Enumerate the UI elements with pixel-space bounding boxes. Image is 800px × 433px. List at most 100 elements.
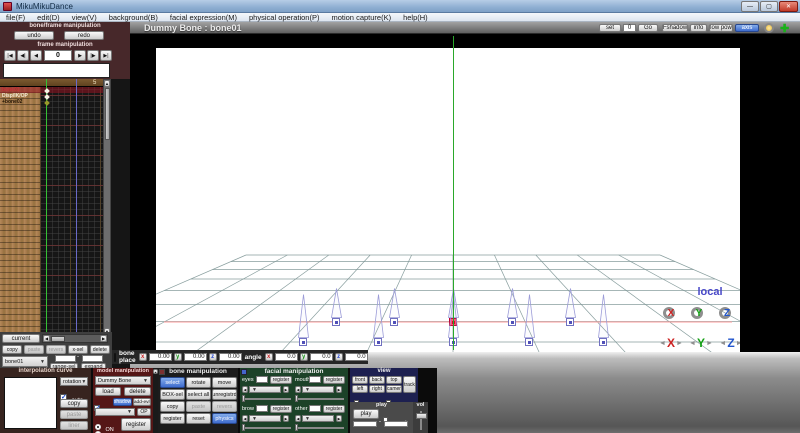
menu-item-5[interactable]: physical operation(P) xyxy=(243,13,325,22)
register-bone-button[interactable]: register xyxy=(160,413,185,424)
local-move-x-icon[interactable]: ◄X► xyxy=(658,332,684,352)
move-bone-button[interactable]: move xyxy=(212,377,237,388)
bone-place-z-button[interactable]: z xyxy=(209,353,217,361)
current-button[interactable]: current xyxy=(2,334,40,343)
facial-select-other[interactable]: ▼ xyxy=(302,415,334,422)
xsel-frame-button[interactable]: x-sel xyxy=(68,345,88,354)
local-rotate-x-icon[interactable]: X xyxy=(660,304,682,326)
interpolation-mode-dropdown[interactable]: rotation▼ xyxy=(60,377,88,386)
bone-angle-x-field[interactable]: 0.0 xyxy=(275,353,298,361)
info-button[interactable]: info xyxy=(690,24,707,32)
render-screen[interactable]: local XYZ ◄X►◄Y►◄Z► xyxy=(156,48,740,352)
facial-prev-eyes[interactable]: ◀ xyxy=(242,386,248,393)
copy-frame-button[interactable]: copy xyxy=(2,345,22,354)
view-back-button[interactable]: back xyxy=(369,376,385,384)
facial-slider-eyes[interactable] xyxy=(243,398,291,400)
track-button[interactable]: track xyxy=(403,376,416,393)
local-move-y-icon[interactable]: ◄Y► xyxy=(688,332,714,352)
bone-place-y-button[interactable]: y xyxy=(174,353,182,361)
local-rotate-y-icon[interactable]: Y xyxy=(688,304,710,326)
magnifier-icon[interactable] xyxy=(764,23,774,33)
scroll-right-icon[interactable]: ▶ xyxy=(100,335,107,342)
undo-button[interactable]: undo xyxy=(14,31,54,40)
facial-value-eyes[interactable] xyxy=(256,376,268,383)
outside-parent-dropdown[interactable]: ▼ xyxy=(95,408,135,416)
frame-number-field[interactable]: 0 xyxy=(44,50,72,61)
bone-place-z-field[interactable]: 0.00 xyxy=(219,353,242,361)
bone-angle-y-field[interactable]: 0.0 xyxy=(310,353,333,361)
range-from-field[interactable] xyxy=(55,355,76,362)
frame-nav-2[interactable]: ◀ xyxy=(30,50,42,61)
facial-slider-thumb-brow[interactable] xyxy=(242,424,245,431)
menu-item-2[interactable]: view(V) xyxy=(66,13,103,22)
facial-slider-other[interactable] xyxy=(296,427,344,429)
dummy-bone-back-1[interactable] xyxy=(390,318,398,326)
facial-slider-mouth[interactable] xyxy=(296,398,344,400)
view-left-button[interactable]: left xyxy=(352,385,368,393)
local-rotate-z-icon[interactable]: Z xyxy=(716,304,738,326)
facial-value-other[interactable] xyxy=(309,405,321,412)
paste-frame-button[interactable]: paste xyxy=(24,345,44,354)
range-to-field[interactable] xyxy=(82,355,103,362)
go-button[interactable]: Go xyxy=(638,24,658,32)
menu-item-6[interactable]: motion capture(K) xyxy=(325,13,397,22)
delete-frame-button[interactable]: delete xyxy=(90,345,110,354)
view-camer-button[interactable]: camer xyxy=(386,385,402,393)
dummy-bone-front-1[interactable] xyxy=(374,338,382,346)
axis-button[interactable]: axis xyxy=(735,24,759,32)
frame-nav-3[interactable]: ▶ xyxy=(74,50,86,61)
bone-angle-x-button[interactable]: x xyxy=(265,353,273,361)
dummy-bone-front-3[interactable] xyxy=(525,338,533,346)
timeline-scrollbar[interactable]: ▲ ▼ xyxy=(103,79,111,336)
view-right-button[interactable]: right xyxy=(369,385,385,393)
frame-list-box[interactable] xyxy=(3,63,110,78)
select-bone-button[interactable]: select xyxy=(160,377,185,388)
facial-slider-thumb-eyes[interactable] xyxy=(242,395,245,402)
bone-place-y-field[interactable]: 0.00 xyxy=(184,353,207,361)
timeline-track-labels[interactable]: bone01Disp/IK/OP+bone02 xyxy=(0,87,40,336)
bone-angle-y-button[interactable]: y xyxy=(300,353,308,361)
rotate-bone-button[interactable]: rotate xyxy=(186,377,211,388)
facial-prev-brow[interactable]: ◀ xyxy=(242,415,248,422)
facial-slider-thumb-mouth[interactable] xyxy=(295,395,298,402)
to-camera-button[interactable]: To camera xyxy=(114,353,116,362)
timeline-grid[interactable] xyxy=(40,87,103,336)
from-frame-checkbox[interactable]: from frame xyxy=(352,428,384,433)
render-area[interactable]: local XYZ ◄X►◄Y►◄Z► xyxy=(130,34,800,352)
menu-item-3[interactable]: background(B) xyxy=(103,13,164,22)
scroll-left-icon[interactable]: ◀ xyxy=(43,335,50,342)
set-button[interactable]: set xyxy=(599,24,621,32)
facial-prev-other[interactable]: ◀ xyxy=(295,415,301,422)
go-frame-field[interactable]: 0 xyxy=(623,24,636,32)
facial-next-brow[interactable]: ▶ xyxy=(283,415,289,422)
model-select-dropdown[interactable]: Dummy Bone▼ xyxy=(95,376,151,385)
timeline-scroll-thumb[interactable] xyxy=(105,88,110,140)
facial-select-eyes[interactable]: ▼ xyxy=(249,386,281,393)
facial-select-mouth[interactable]: ▼ xyxy=(302,386,334,393)
low-pow-button[interactable]: low pow xyxy=(709,24,733,32)
curve-paste-button[interactable]: paste xyxy=(60,410,88,419)
timeline-h-scrollbar[interactable]: ◀ ▶ xyxy=(42,334,108,343)
select-all-bone-button[interactable]: select all xyxy=(186,389,211,400)
view-top-button[interactable]: top xyxy=(386,376,402,384)
dummy-bone-back-4[interactable] xyxy=(566,318,574,326)
facial-panel-collapse-icon[interactable] xyxy=(241,369,247,375)
menu-item-4[interactable]: facial expression(M) xyxy=(164,13,243,22)
fshadow-button[interactable]: Fshadow xyxy=(662,24,688,32)
bone-select-dropdown[interactable]: bone01▼ xyxy=(2,356,48,367)
dummy-bone-back-0[interactable] xyxy=(332,318,340,326)
curve-liner-button[interactable]: liner xyxy=(60,421,88,430)
local-mode-label[interactable]: local xyxy=(680,286,740,298)
copy-bone-button[interactable]: copy xyxy=(160,401,185,412)
local-move-z-icon[interactable]: ◄Z► xyxy=(718,332,740,352)
timeline-current-frame-line[interactable] xyxy=(46,79,47,336)
facial-slider-thumb-other[interactable] xyxy=(295,424,298,431)
bone-angle-z-field[interactable]: 0.0 xyxy=(345,353,368,361)
op-button[interactable]: OP xyxy=(137,408,151,416)
minimize-button[interactable]: — xyxy=(741,1,759,12)
stop-frame-checkbox[interactable]: stop frame xyxy=(382,428,413,433)
reset-bone-button[interactable]: reset xyxy=(186,413,211,424)
revers-bone-button[interactable]: revers xyxy=(212,401,237,412)
model-delete-button[interactable]: delete xyxy=(124,387,151,396)
dummy-bone-front-4[interactable] xyxy=(599,338,607,346)
